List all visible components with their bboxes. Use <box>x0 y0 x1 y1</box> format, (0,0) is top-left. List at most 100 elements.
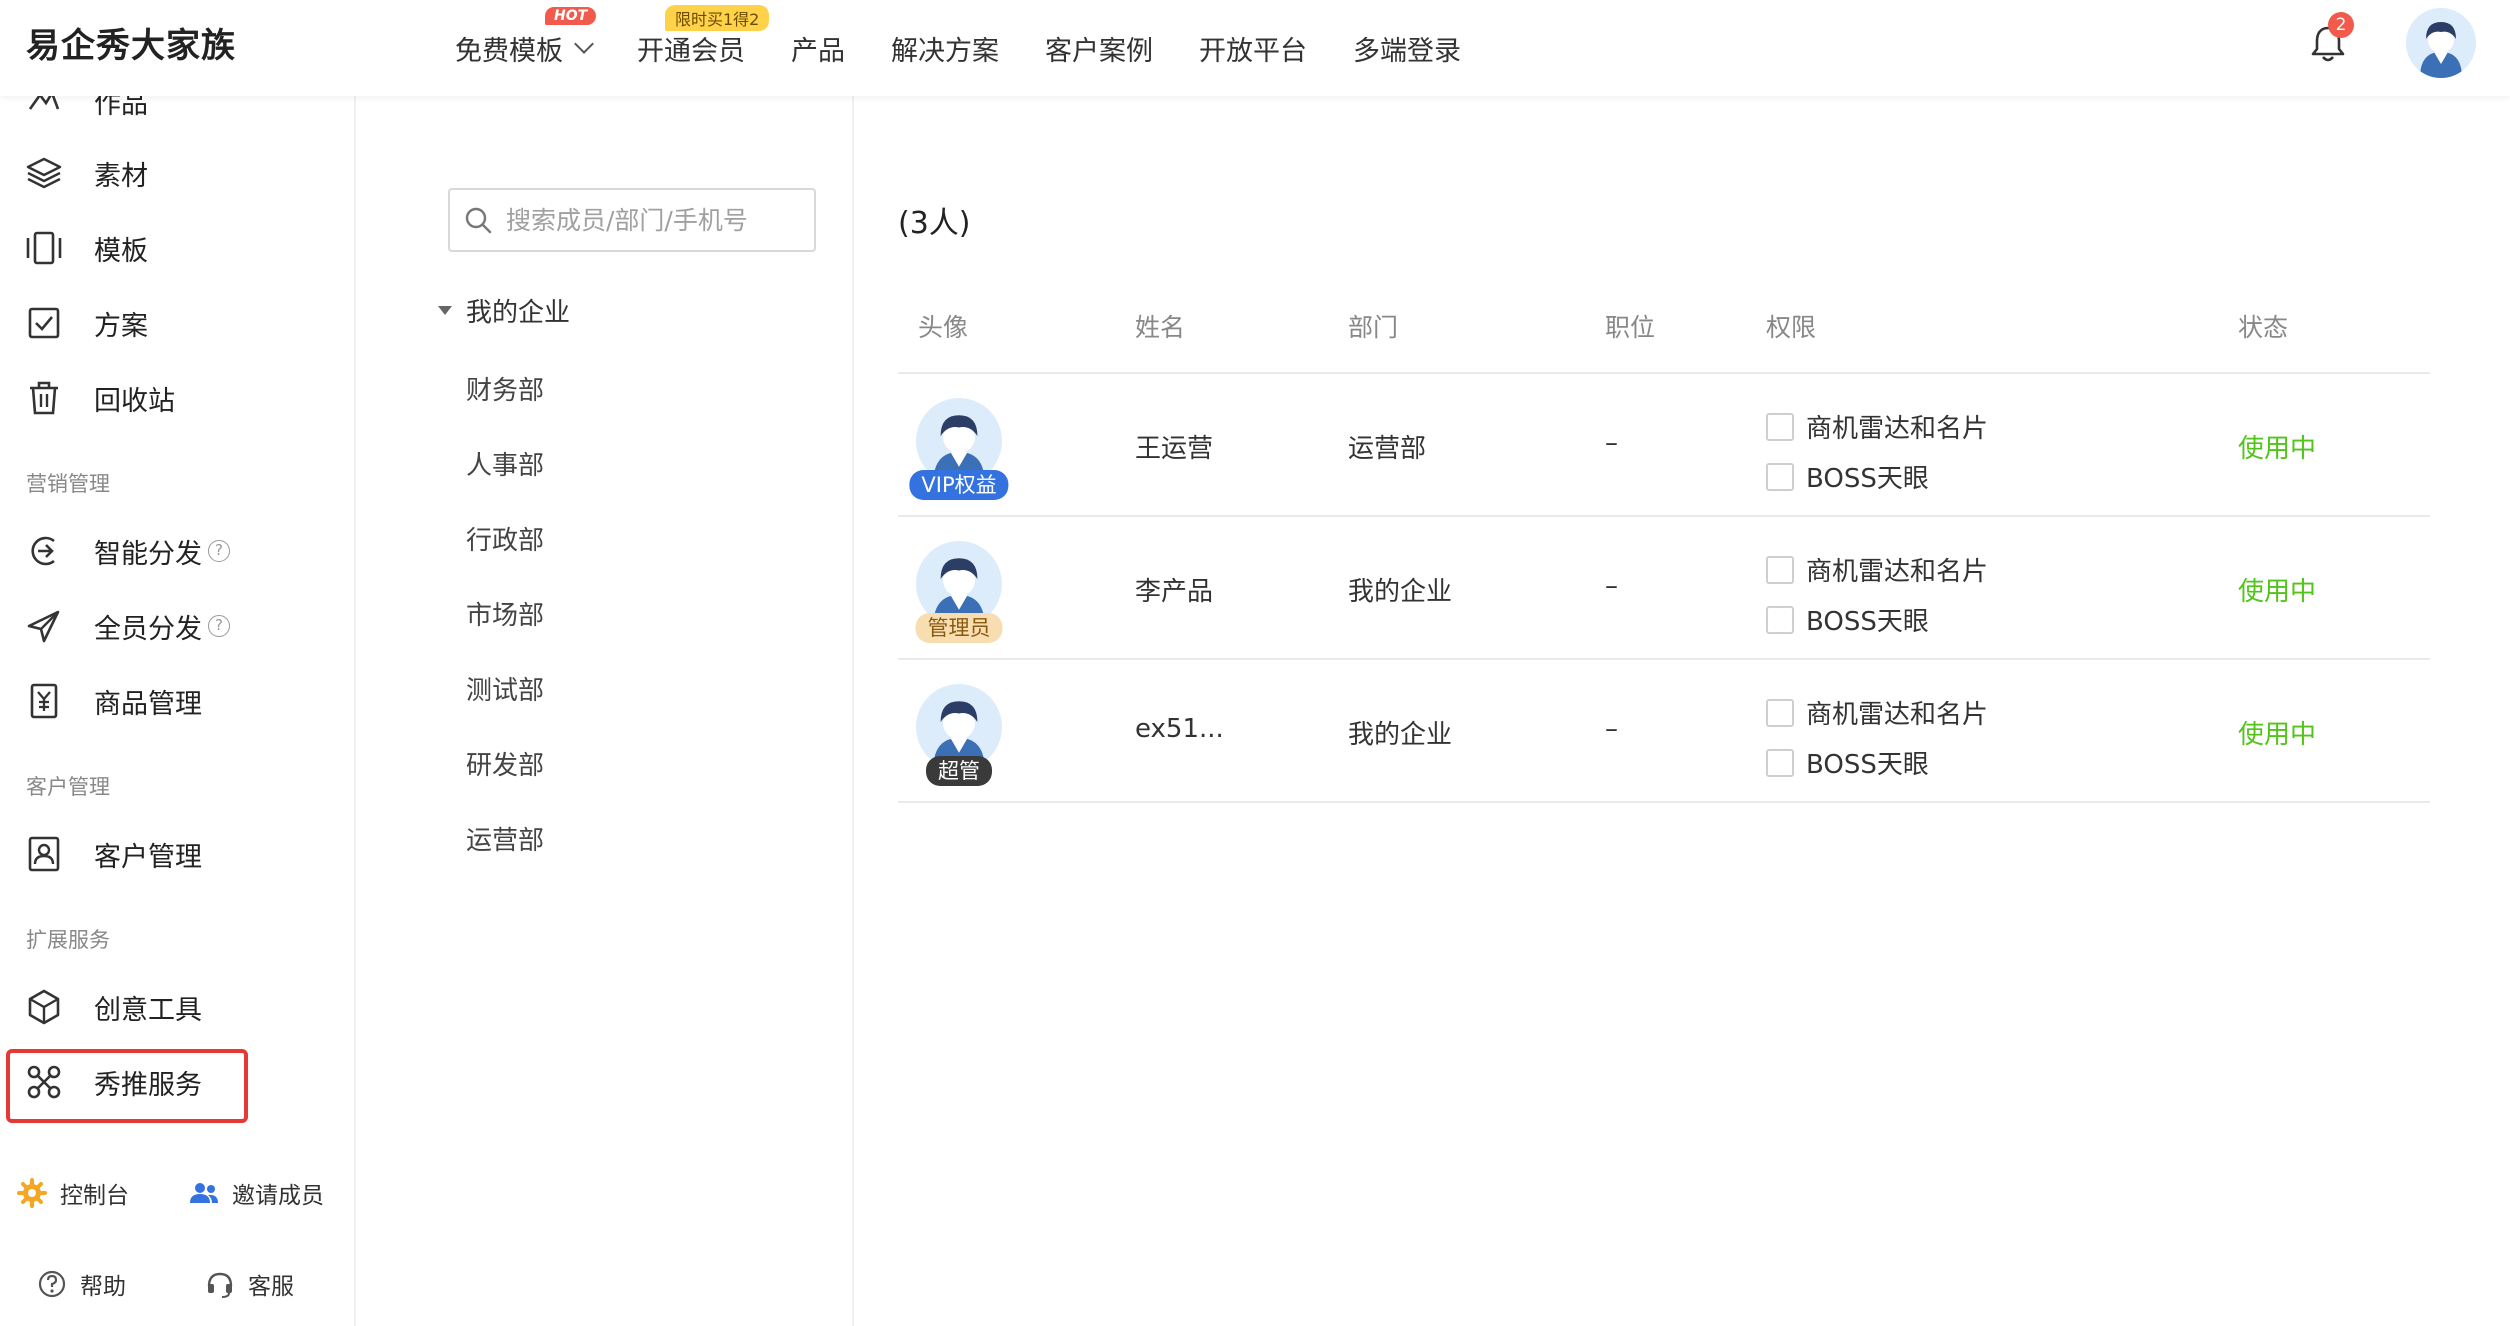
member-search[interactable] <box>448 188 816 252</box>
checkbox[interactable] <box>1766 698 1794 727</box>
sidebar-item-materials[interactable]: 素材 <box>24 148 148 198</box>
group-title-extension: 扩展服务 <box>26 928 110 952</box>
member-avatar: VIP权益 <box>909 398 1009 500</box>
cube-icon <box>28 989 60 1025</box>
help-link[interactable]: 帮助 <box>36 1267 126 1301</box>
nav-solutions[interactable]: 解决方案 <box>891 29 999 68</box>
dept-item-finance[interactable]: 财务部 <box>466 370 544 407</box>
table-row: 管理员 李产品 我的企业 – 商机雷达和名片 BOSS天眼 使用中 <box>898 517 2430 660</box>
sidebar-item-products[interactable]: 商品管理 <box>24 676 202 726</box>
group-title-customer: 客户管理 <box>26 775 110 799</box>
perm-boss[interactable]: BOSS天眼 <box>1766 744 1929 781</box>
nav-open-platform[interactable]: 开放平台 <box>1199 29 1307 68</box>
status-badge: 使用中 <box>2238 720 2317 750</box>
sidebar-item-creative-tools[interactable]: 创意工具 <box>24 982 202 1032</box>
customer-service-link[interactable]: 客服 <box>204 1267 294 1301</box>
user-avatar[interactable] <box>2406 8 2476 78</box>
perm-label: 商机雷达和名片 <box>1806 700 1989 730</box>
sidebar-item-customer-management[interactable]: 客户管理 <box>24 829 202 879</box>
dept-item-hr[interactable]: 人事部 <box>466 445 544 482</box>
nav-membership[interactable]: 开通会员 限时买1得2 <box>637 4 770 68</box>
table-row: 超管 ex51... 我的企业 – 商机雷达和名片 BOSS天眼 使用中 <box>898 660 2430 803</box>
member-dept: 运营部 <box>1348 434 1427 464</box>
trash-icon <box>30 381 58 415</box>
service-label: 客服 <box>248 1274 294 1300</box>
col-name: 姓名 <box>1135 313 1186 342</box>
top-bar: 易企秀大家族 免费模板 HOT 开通会员 限时买1得2 产品 解决方案 客户案例… <box>0 0 2510 96</box>
nav-cases[interactable]: 客户案例 <box>1045 29 1153 68</box>
perm-boss[interactable]: BOSS天眼 <box>1766 601 1929 638</box>
member-count-title: (3人) <box>898 206 971 241</box>
member-position: – <box>1605 428 1618 458</box>
sidebar-item-smart-distribute[interactable]: 智能分发 ? <box>24 526 230 576</box>
sidebar-item-plans[interactable]: 方案 <box>24 298 148 348</box>
tree-root-my-enterprise[interactable]: 我的企业 <box>438 292 570 329</box>
sidebar-item-label: 创意工具 <box>94 994 202 1026</box>
brand-logo[interactable]: 易企秀大家族 <box>26 18 236 67</box>
checkbox[interactable] <box>1766 462 1794 491</box>
search-input[interactable] <box>506 205 806 235</box>
col-permissions: 权限 <box>1766 313 1817 342</box>
user-avatar-icon <box>2406 8 2476 78</box>
top-nav: 免费模板 HOT 开通会员 限时买1得2 产品 解决方案 客户案例 开放平台 多… <box>455 0 1507 96</box>
invite-label: 邀请成员 <box>232 1183 324 1209</box>
role-tag-vip: VIP权益 <box>909 470 1009 500</box>
group-title-marketing: 营销管理 <box>26 472 110 496</box>
perm-boss[interactable]: BOSS天眼 <box>1766 458 1929 495</box>
perm-radar[interactable]: 商机雷达和名片 <box>1766 408 1988 445</box>
sidebar-item-templates[interactable]: 模板 <box>24 223 148 273</box>
sidebar-item-staff-distribute[interactable]: 全员分发 ? <box>24 601 230 651</box>
sidebar-item-label: 商品管理 <box>94 688 202 720</box>
checkbox[interactable] <box>1766 748 1794 777</box>
highlight-box <box>6 1049 248 1123</box>
console-label: 控制台 <box>60 1183 129 1209</box>
dept-item-admin[interactable]: 行政部 <box>466 520 544 557</box>
status-badge: 使用中 <box>2238 434 2317 464</box>
nav-label: 免费模板 <box>455 35 563 67</box>
product-icon <box>30 683 58 719</box>
member-position: – <box>1605 714 1618 744</box>
role-tag-admin: 管理员 <box>915 613 1003 643</box>
perm-label: BOSS天眼 <box>1806 750 1929 780</box>
smart-distribute-icon <box>31 536 55 566</box>
contact-icon <box>28 836 60 872</box>
dept-item-rnd[interactable]: 研发部 <box>466 745 544 782</box>
help-icon[interactable]: ? <box>208 615 230 637</box>
col-position: 职位 <box>1605 313 1656 342</box>
dept-item-operations[interactable]: 运营部 <box>466 820 544 857</box>
member-dept: 我的企业 <box>1348 720 1453 750</box>
checkbox[interactable] <box>1766 555 1794 584</box>
headset-icon <box>207 1272 233 1298</box>
layers-icon <box>26 157 62 189</box>
help-label: 帮助 <box>80 1274 126 1300</box>
sidebar-item-label: 全员分发 <box>94 613 202 645</box>
sidebar-item-label: 方案 <box>94 310 148 342</box>
member-avatar: 管理员 <box>915 541 1003 643</box>
hot-badge: HOT <box>545 6 597 25</box>
checkbox[interactable] <box>1766 605 1794 634</box>
perm-radar[interactable]: 商机雷达和名片 <box>1766 694 1988 731</box>
nav-label: 开通会员 <box>637 35 745 67</box>
invite-members-link[interactable]: 邀请成员 <box>188 1176 324 1210</box>
checkbox[interactable] <box>1766 412 1794 441</box>
sidebar-item-recycle-bin[interactable]: 回收站 <box>24 373 175 423</box>
dept-item-marketing[interactable]: 市场部 <box>466 595 544 632</box>
nav-products[interactable]: 产品 <box>791 29 845 68</box>
table-row: VIP权益 王运营 运营部 – 商机雷达和名片 BOSS天眼 使用中 <box>898 374 2430 517</box>
sidebar-item-label: 模板 <box>94 235 148 267</box>
member-name: ex51... <box>1135 714 1224 744</box>
help-circle-icon <box>38 1270 66 1298</box>
perm-radar[interactable]: 商机雷达和名片 <box>1766 551 1988 588</box>
dept-item-testing[interactable]: 测试部 <box>466 670 544 707</box>
perm-label: BOSS天眼 <box>1806 607 1929 637</box>
template-icon <box>26 231 62 265</box>
nav-free-templates[interactable]: 免费模板 HOT <box>455 6 597 68</box>
search-icon <box>465 207 492 234</box>
perm-label: 商机雷达和名片 <box>1806 414 1989 444</box>
console-link[interactable]: 控制台 <box>16 1176 129 1210</box>
nav-multi-login[interactable]: 多端登录 <box>1353 29 1461 68</box>
col-status: 状态 <box>2238 313 2289 342</box>
help-icon[interactable]: ? <box>208 540 230 562</box>
sidebar-item-label: 智能分发 <box>94 538 202 570</box>
member-avatar: 超管 <box>916 684 1002 786</box>
